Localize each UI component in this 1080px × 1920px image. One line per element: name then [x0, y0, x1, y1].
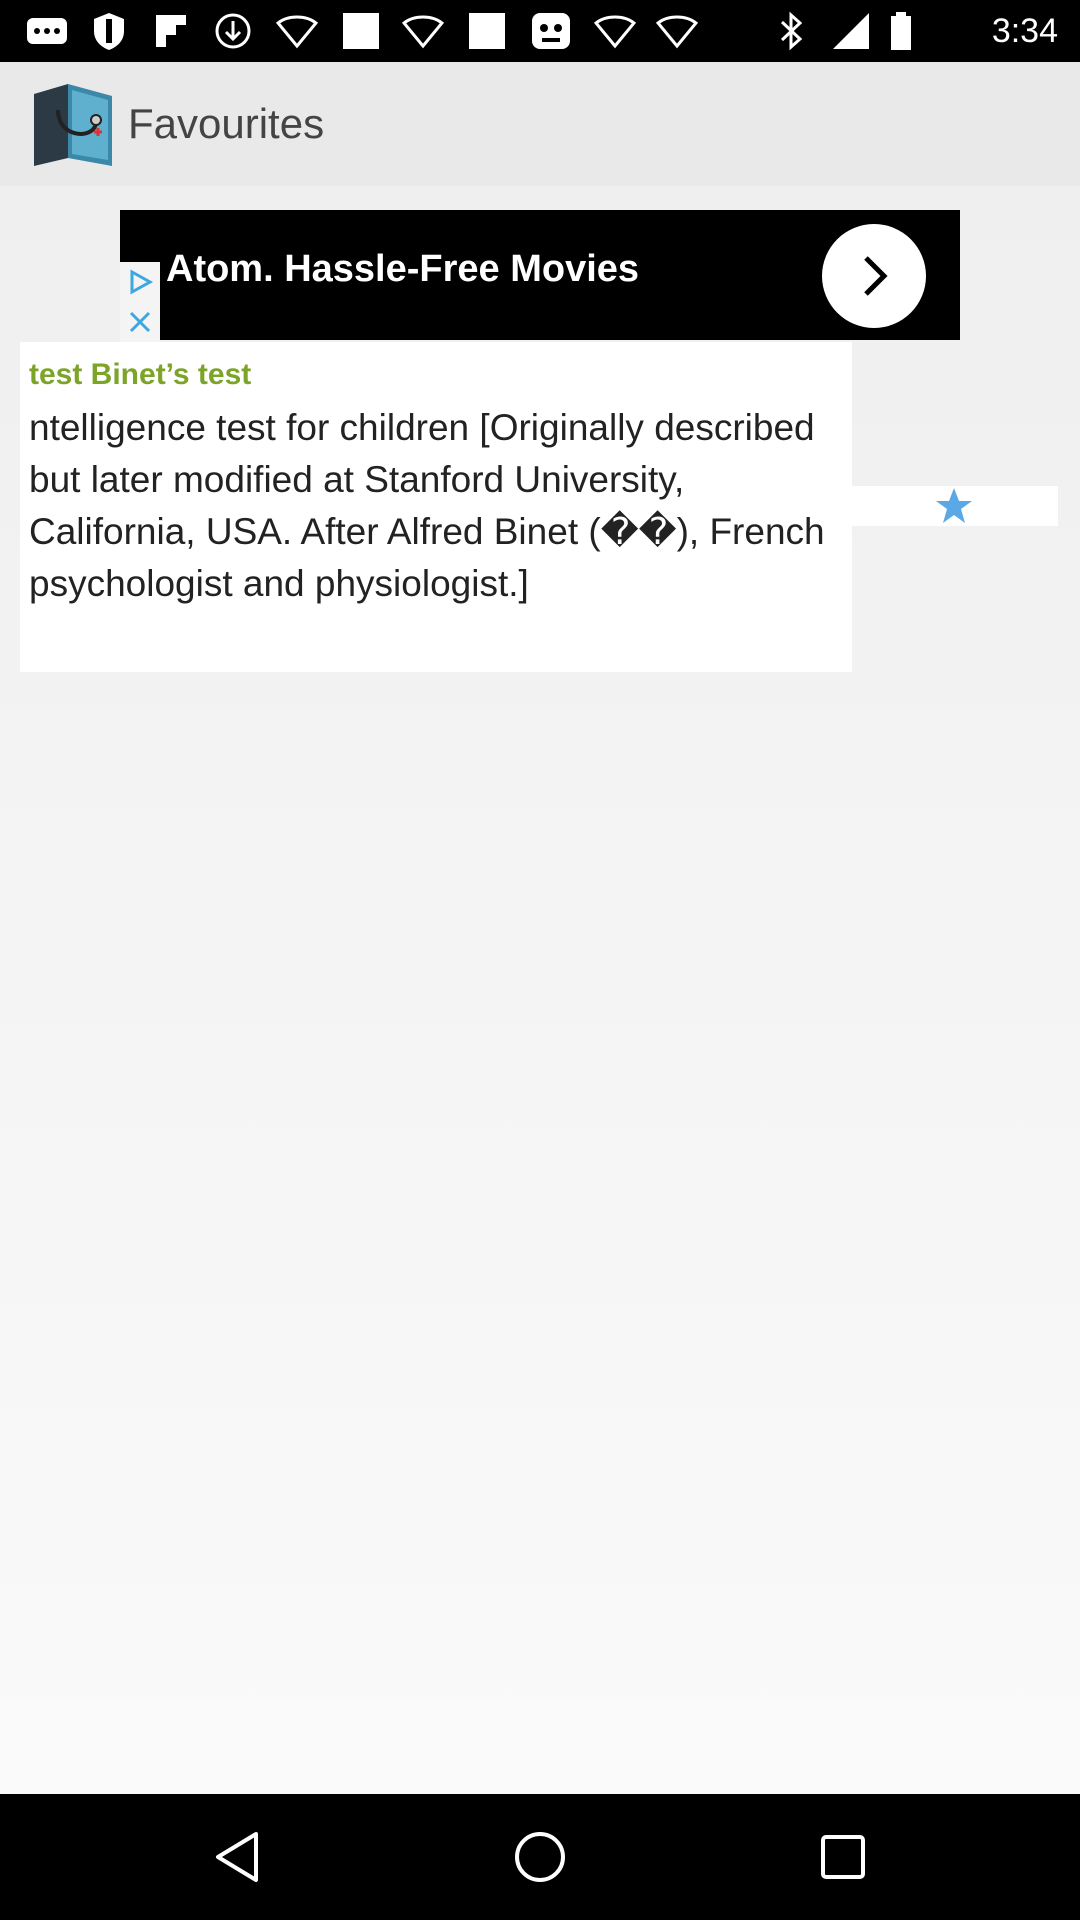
chevron-right-icon[interactable]: [822, 224, 926, 328]
wifi-icon: [594, 10, 636, 52]
more-dots-icon: [26, 10, 68, 52]
ad-text[interactable]: Atom. Hassle-Free Movies: [166, 248, 639, 291]
favourite-term: test Binet’s test: [29, 358, 252, 391]
image-icon: [466, 10, 508, 52]
favourite-definition: ntelligence test for children [Originall…: [29, 407, 825, 604]
bluetooth-icon: [770, 10, 812, 52]
wifi-icon: [402, 10, 444, 52]
image-icon: [340, 10, 382, 52]
page-title: Favourites: [128, 100, 325, 147]
wifi-icon: [656, 10, 698, 52]
ad-banner[interactable]: Atom. Hassle-Free Movies: [120, 210, 960, 340]
signal-icon: [830, 10, 872, 52]
wifi-icon: [276, 10, 318, 52]
close-icon[interactable]: [120, 302, 160, 342]
nav-bar: [0, 1794, 1080, 1920]
recents-icon[interactable]: [808, 1822, 878, 1892]
clock: 3:34: [991, 12, 1058, 50]
status-bar: 3:34: [0, 0, 1080, 62]
flipboard-icon: [150, 10, 192, 52]
battery-icon: [880, 10, 922, 52]
shield-icon: [88, 10, 130, 52]
app-bar: Favourites: [0, 62, 1080, 186]
back-icon[interactable]: [202, 1822, 272, 1892]
home-icon[interactable]: [505, 1822, 575, 1892]
medical-book-icon[interactable]: [28, 80, 118, 170]
download-icon: [212, 10, 254, 52]
game-icon: [530, 10, 572, 52]
star-icon[interactable]: [934, 486, 974, 526]
favourite-toggle[interactable]: [852, 486, 1058, 526]
ad-choices-icon[interactable]: [120, 262, 160, 302]
favourite-item[interactable]: test Binet’s test ntelligence test for c…: [20, 342, 852, 672]
